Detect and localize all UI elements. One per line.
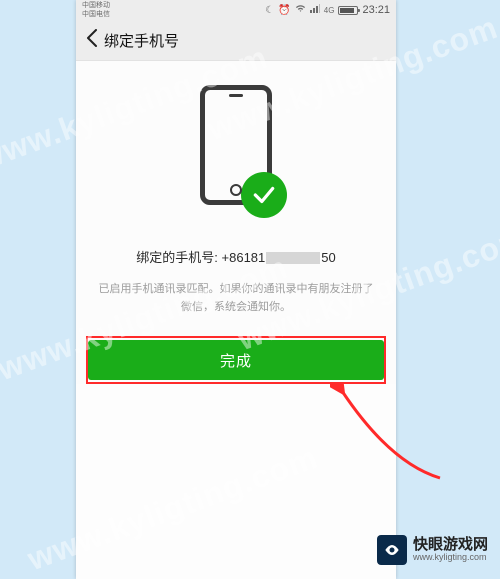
phone-illustration [76, 61, 396, 205]
contacts-hint: 已启用手机通讯录匹配。如果你的通讯录中有朋友注册了微信，系统会通知你。 [76, 266, 396, 316]
alarm-icon: ⏰ [278, 5, 290, 16]
back-button[interactable] [86, 25, 104, 56]
done-button-label: 完成 [220, 350, 252, 371]
clock: 23:21 [362, 4, 390, 16]
nav-bar: 绑定手机号 [76, 20, 396, 61]
done-button[interactable]: 完成 [88, 340, 384, 380]
battery-icon [338, 6, 358, 15]
phone-mask-icon [266, 252, 320, 264]
brand-domain: www.kyligting.com [413, 552, 488, 563]
network-label: 4G [324, 6, 335, 15]
brand-name: 快眼游戏网 [413, 537, 488, 552]
phone-outline-icon [200, 85, 272, 205]
wifi-icon [295, 4, 306, 16]
carrier-2: 中国电信 [82, 10, 110, 19]
moon-icon: ☾ [265, 5, 274, 16]
phone-screenshot: 中国移动 中国电信 ☾ ⏰ 4G 23:21 绑定手机号 [76, 0, 396, 579]
carrier-labels: 中国移动 中国电信 [82, 1, 110, 19]
signal-icon [310, 4, 320, 16]
content-area: 绑定的手机号: +86181 50 已启用手机通讯录匹配。如果你的通讯录中有朋友注… [76, 61, 396, 384]
bound-phone-line: 绑定的手机号: +86181 50 [76, 247, 396, 266]
carrier-1: 中国移动 [82, 1, 110, 10]
bound-label: 绑定的手机号: [136, 250, 218, 265]
check-badge-icon [241, 172, 287, 218]
bound-phone-suffix: 50 [321, 250, 335, 265]
button-highlight-box: 完成 [86, 336, 386, 384]
brand-logo-icon [377, 535, 407, 565]
brand-badge: 快眼游戏网 www.kyligting.com [377, 535, 488, 565]
page-title: 绑定手机号 [104, 30, 179, 51]
bound-phone-prefix: +86181 [222, 250, 266, 265]
status-bar: 中国移动 中国电信 ☾ ⏰ 4G 23:21 [76, 0, 396, 20]
